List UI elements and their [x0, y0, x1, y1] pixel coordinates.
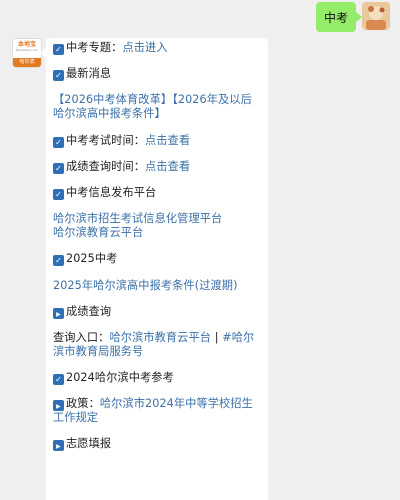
sender-brand-logo: 本地宝 — [17, 41, 36, 48]
play-box-icon — [53, 307, 64, 319]
exam-time-line: 中考考试时间：点击查看 — [53, 134, 262, 148]
zhongkao-2025-label: 2025中考 — [66, 252, 118, 266]
score-query-label: 成绩查询 — [66, 304, 112, 318]
volunteer-label: 志愿填报 — [66, 437, 112, 451]
topic-link[interactable]: 点击进入 — [122, 41, 167, 54]
incoming-message: 中考专题：点击进入 最新消息 【2026中考体育改革】【2026年及以后哈尔滨高… — [40, 38, 268, 500]
topic-line: 中考专题：点击进入 — [53, 41, 262, 55]
outgoing-message[interactable]: 中考 — [315, 2, 363, 32]
exam-time-link[interactable]: 点击查看 — [145, 134, 190, 147]
play-box-icon — [53, 440, 64, 452]
conditions-2025-link[interactable]: 2025年哈尔滨高中报考条件(过渡期) — [53, 279, 238, 292]
news-link[interactable]: 【2026中考体育改革】【2026年及以后哈尔滨高中报考条件】 — [53, 93, 252, 120]
zhongkao-2025-heading: 2025中考 — [53, 252, 262, 267]
exam-time-prefix: 中考考试时间： — [66, 133, 146, 147]
topic-prefix: 中考专题： — [66, 41, 123, 54]
platform-links: 哈尔滨市招生考试信息化管理平台 哈尔滨教育云平台 — [53, 212, 262, 240]
sender-city-tag: 哈尔滨 — [13, 58, 41, 67]
check-box-icon — [53, 162, 64, 174]
outgoing-message-text: 中考 — [323, 10, 348, 25]
policy-prefix: 政策： — [66, 397, 100, 411]
check-box-icon — [53, 136, 64, 148]
query-entry-prefix: 查询入口： — [53, 330, 110, 344]
score-query-time-link[interactable]: 点击查看 — [145, 160, 190, 173]
check-box-icon — [53, 44, 64, 55]
score-query-heading: 成绩查询 — [53, 305, 262, 319]
reference-2024-heading: 2024哈尔滨中考参考 — [53, 371, 262, 386]
user-avatar[interactable] — [362, 2, 390, 30]
reference-2024-label: 2024哈尔滨中考参考 — [66, 371, 174, 385]
conditions-2025-line: 2025年哈尔滨高中报考条件(过渡期) — [53, 279, 262, 293]
query-entry-line: 查询入口：哈尔滨市教育云平台 | #哈尔滨市教育局服务号 — [53, 331, 262, 359]
user-avatar-image — [362, 2, 390, 30]
check-box-icon — [53, 374, 64, 386]
check-box-icon — [53, 188, 64, 200]
check-box-icon — [53, 255, 64, 267]
check-box-icon — [53, 70, 64, 82]
query-entry-link-edu-cloud[interactable]: 哈尔滨市教育云平台 — [109, 331, 211, 344]
chat-screen: 中考 本地宝 Bendibao.com 哈尔滨 中考专题：点击进入 最新消息 【… — [0, 0, 400, 500]
latest-news-heading: 最新消息 — [53, 67, 262, 82]
play-box-icon — [53, 400, 64, 412]
info-platform-heading: 中考信息发布平台 — [53, 186, 262, 200]
sender-site: Bendibao.com — [16, 48, 38, 52]
info-platform-label: 中考信息发布平台 — [66, 185, 157, 199]
volunteer-heading: 志愿填报 — [53, 437, 262, 452]
score-query-time-prefix: 成绩查询时间： — [66, 159, 146, 173]
policy-line: 政策：哈尔滨市2024年中等学校招生工作规定 — [53, 397, 262, 425]
platform-link-edu-cloud[interactable]: 哈尔滨教育云平台 — [53, 226, 262, 240]
query-entry-separator: | — [211, 330, 223, 344]
news-links: 【2026中考体育改革】【2026年及以后哈尔滨高中报考条件】 — [53, 93, 262, 121]
platform-link-admissions[interactable]: 哈尔滨市招生考试信息化管理平台 — [53, 212, 262, 226]
score-query-time-line: 成绩查询时间：点击查看 — [53, 160, 262, 174]
sender-avatar[interactable]: 本地宝 Bendibao.com 哈尔滨 — [12, 38, 42, 68]
latest-news-label: 最新消息 — [66, 67, 112, 81]
